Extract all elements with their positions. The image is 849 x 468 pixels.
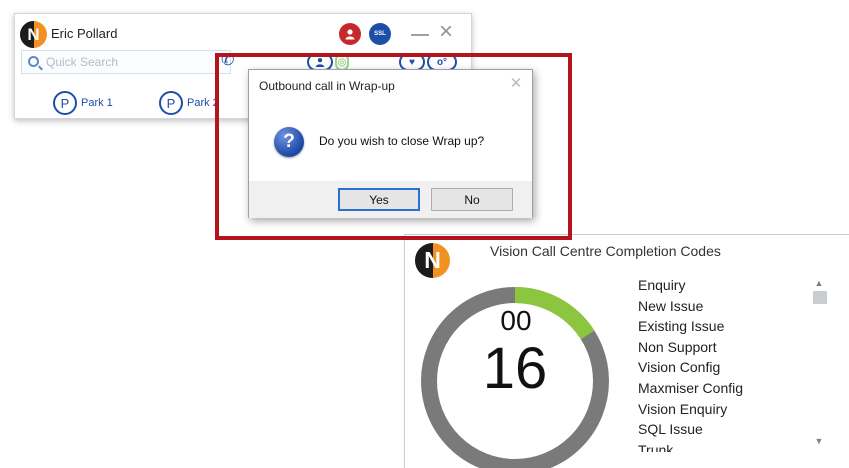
park-1-button[interactable]: P Park 1 (53, 90, 113, 116)
quick-search-box[interactable] (21, 50, 231, 74)
minimize-button[interactable] (411, 34, 429, 36)
completion-code-item[interactable]: Vision Config (638, 357, 808, 378)
dialog-footer: Yes No (249, 181, 532, 218)
dialog-message: Do you wish to close Wrap up? (319, 134, 485, 148)
yes-button[interactable]: Yes (338, 188, 420, 211)
panel-title: Vision Call Centre Completion Codes (490, 243, 721, 259)
scroll-thumb[interactable] (813, 291, 827, 304)
question-icon: ? (274, 127, 304, 157)
scroll-up-icon[interactable]: ▲ (813, 277, 825, 289)
codes-scrollbar[interactable]: ▲ ▼ (810, 275, 830, 451)
ssl-status-badge[interactable]: SSL (369, 23, 391, 45)
wrapup-dialog: Outbound call in Wrap-up ✕ ? Do you wish… (248, 69, 533, 218)
completion-codes-list: Enquiry New Issue Existing Issue Non Suppor… (638, 275, 808, 457)
park-2-button[interactable]: P Park 2 (159, 90, 219, 116)
completion-code-item[interactable]: Maxmiser Config (638, 378, 808, 399)
no-button[interactable]: No (431, 188, 513, 211)
completion-code-item[interactable]: SQL Issue (638, 419, 808, 440)
completion-code-item[interactable]: Trunk (638, 440, 808, 452)
completion-codes-panel: N Vision Call Centre Completion Codes 00… (404, 234, 849, 468)
close-window-button[interactable]: × (435, 20, 457, 44)
completion-code-item[interactable]: Enquiry (638, 275, 808, 296)
quick-search-input[interactable] (46, 53, 226, 71)
user-status-icon[interactable] (339, 23, 361, 45)
search-icon (28, 56, 39, 67)
completion-code-item[interactable]: Existing Issue (638, 316, 808, 337)
dialog-close-icon[interactable]: ✕ (507, 75, 525, 93)
phonebar-header: N Eric Pollard SSL × (15, 14, 471, 50)
completion-code-item[interactable]: Non Support (638, 337, 808, 358)
park-icon: P (159, 91, 183, 115)
scroll-down-icon[interactable]: ▼ (813, 435, 825, 447)
app-logo-icon: N (20, 21, 47, 48)
timer-seconds: 16 (482, 336, 548, 401)
park-1-label: Park 1 (81, 97, 113, 109)
user-name: Eric Pollard (51, 26, 118, 41)
completion-code-item[interactable]: Vision Enquiry (638, 399, 808, 420)
completion-code-item[interactable]: New Issue (638, 296, 808, 317)
dialog-title: Outbound call in Wrap-up (259, 79, 395, 93)
panel-logo-icon: N (415, 243, 450, 278)
park-icon: P (53, 91, 77, 115)
timer-minutes: 00 (500, 305, 532, 336)
